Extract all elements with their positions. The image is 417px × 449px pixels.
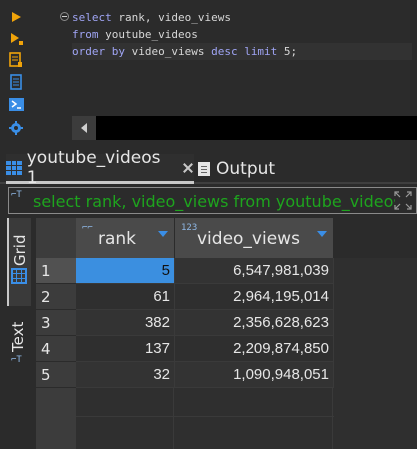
grid-empty-area	[76, 388, 417, 449]
filter-bar[interactable]: ⌐T	[8, 187, 417, 214]
terminal-icon[interactable]	[8, 96, 24, 112]
column-header-video-views[interactable]: 123 video_views	[175, 218, 334, 258]
table-row[interactable]: 3 382 2,356,628,623	[36, 310, 417, 336]
sql-text: youtube_videos	[98, 28, 198, 41]
sql-keyword: from	[72, 28, 99, 41]
tab-text-view[interactable]: Text ⌐T	[7, 308, 31, 378]
load-script-icon[interactable]	[8, 74, 24, 90]
row-header-empty	[36, 388, 76, 449]
result-tabs-bar: youtube_videos 1 Output	[0, 148, 417, 188]
row-number[interactable]: 2	[36, 284, 76, 310]
code-line: select rank, video_views	[72, 9, 412, 26]
cell-video-views[interactable]: 2,964,195,014	[175, 284, 334, 310]
editor-gutter	[56, 4, 70, 64]
view-mode-tabs: Grid Text ⌐T	[0, 216, 34, 449]
cell-rank[interactable]: 61	[76, 284, 175, 310]
tab-youtube-videos-1[interactable]: youtube_videos 1	[6, 148, 194, 188]
table-row[interactable]: 2 61 2,964,195,014	[36, 284, 417, 310]
table-row[interactable]: 4 137 2,209,874,850	[36, 336, 417, 362]
sql-text: 5;	[277, 45, 298, 58]
tab-output[interactable]: Output	[196, 154, 316, 184]
sql-editor[interactable]: select rank, video_views from youtube_vi…	[0, 0, 417, 148]
text-tab-label: Text	[9, 321, 27, 352]
column-type-icon: ⌐⌐	[82, 223, 93, 233]
column-header-rank[interactable]: ⌐⌐ rank	[76, 218, 175, 258]
cell-video-views[interactable]: 1,090,948,051	[175, 362, 334, 388]
grid-divider	[76, 388, 174, 449]
table-row[interactable]: 1 5 6,547,981,039	[36, 258, 417, 284]
code-line: from youtube_videos	[72, 26, 412, 43]
expand-icon[interactable]	[392, 189, 414, 212]
cell-rank[interactable]: 137	[76, 336, 175, 362]
tab-label: youtube_videos 1	[26, 147, 161, 188]
editor-toolbar	[0, 0, 30, 148]
run-script-icon[interactable]	[8, 31, 24, 47]
sql-keyword: desc limit	[211, 45, 278, 58]
cell-video-views[interactable]: 2,356,628,623	[175, 310, 334, 336]
code-line-current: order by video_views desc limit 5;	[72, 43, 412, 60]
row-number[interactable]: 1	[36, 258, 76, 284]
cell-video-views[interactable]: 6,547,981,039	[175, 258, 334, 284]
sort-dropdown-icon[interactable]	[158, 231, 168, 237]
tab-label: Output	[216, 159, 276, 179]
column-header-label: rank	[98, 229, 137, 249]
result-grid[interactable]: ⌐⌐ rank 123 video_views 1 5 6,547,981,03…	[36, 218, 417, 449]
grid-tab-label: Grid	[11, 234, 29, 266]
fold-collapse-icon[interactable]	[60, 12, 69, 21]
explain-plan-icon[interactable]	[8, 52, 24, 68]
grid-icon	[11, 268, 27, 284]
grid-header: ⌐⌐ rank 123 video_views	[36, 218, 417, 258]
run-statement-icon[interactable]	[8, 9, 24, 25]
code-area[interactable]: select rank, video_views from youtube_vi…	[72, 9, 412, 60]
column-header-label: video_views	[197, 229, 300, 249]
grid-divider	[76, 416, 334, 417]
editor-horizontal-scrollbar[interactable]	[72, 116, 417, 140]
filter-type-icon: ⌐T	[11, 190, 22, 200]
sql-text: video_views	[124, 45, 212, 58]
row-number[interactable]: 3	[36, 310, 76, 336]
table-row[interactable]: 5 32 1,090,948,051	[36, 362, 417, 388]
row-number[interactable]: 4	[36, 336, 76, 362]
sort-dropdown-icon[interactable]	[317, 231, 327, 237]
grid-divider	[174, 388, 333, 449]
result-grid-icon	[6, 160, 22, 175]
tab-grid-view[interactable]: Grid	[7, 218, 31, 306]
column-type-icon: 123	[181, 223, 198, 233]
close-icon[interactable]	[182, 162, 194, 174]
cell-rank[interactable]: 32	[76, 362, 175, 388]
grid-corner[interactable]	[36, 218, 76, 258]
sql-text: rank, video_views	[111, 11, 231, 24]
cell-rank[interactable]: 382	[76, 310, 175, 336]
output-icon	[196, 161, 212, 177]
filter-input[interactable]	[33, 191, 395, 211]
cell-rank[interactable]: 5	[76, 258, 175, 284]
scroll-left-icon[interactable]	[72, 116, 96, 140]
cell-video-views[interactable]: 2,209,874,850	[175, 336, 334, 362]
settings-icon[interactable]	[8, 120, 24, 136]
row-number[interactable]: 5	[36, 362, 76, 388]
sql-keyword: select	[72, 11, 112, 24]
scrollbar-track[interactable]	[96, 116, 417, 140]
text-icon: ⌐T	[11, 355, 22, 365]
sql-keyword: order by	[72, 45, 125, 58]
